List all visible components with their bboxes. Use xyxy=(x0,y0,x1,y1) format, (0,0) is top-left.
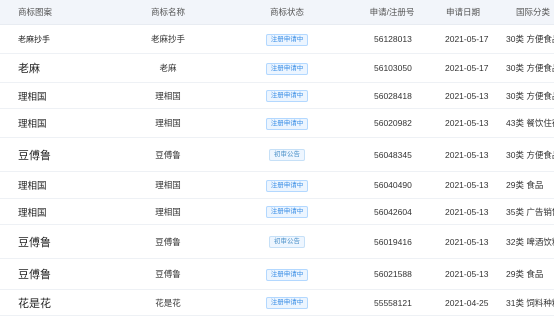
status-badge: 初审公告 xyxy=(269,149,305,161)
status-cell: 注册申请中 xyxy=(222,82,352,109)
status-badge: 注册申请中 xyxy=(265,62,309,75)
trademark-name[interactable]: 理相国 xyxy=(114,82,222,109)
trademark-logo-text: 理相国 xyxy=(0,108,114,138)
table-row[interactable]: 老麻抄手老麻抄手 注册申请中 561280132021-05-1730类 方便食品 xyxy=(0,24,554,54)
international-class: 32类 啤酒饮料 xyxy=(494,224,554,259)
status-badge: 注册申请中 xyxy=(265,206,309,218)
status-badge: 注册申请中 xyxy=(265,90,309,102)
table-row[interactable]: 理相国理相国 注册申请中 560426042021-05-1335类 广告销售 xyxy=(0,198,554,225)
status-cell: 注册申请中 xyxy=(222,108,352,138)
table-row[interactable]: 豆傅鲁豆傅鲁 初审公告 560194162021-05-1332类 啤酒饮料 xyxy=(0,224,554,259)
trademark-name[interactable]: 理相国 xyxy=(114,171,222,199)
registration-number: 56128013 xyxy=(352,24,432,54)
header-logo: 商标图案 xyxy=(0,0,114,25)
status-cell: 注册申请中 xyxy=(222,258,352,290)
trademark-name[interactable]: 理相国 xyxy=(114,108,222,138)
trademark-name[interactable]: 老麻 xyxy=(114,53,222,83)
registration-number: 56042604 xyxy=(352,198,432,225)
application-date: 2021-05-13 xyxy=(432,137,494,172)
trademark-logo-text: 老麻抄手 xyxy=(0,24,114,54)
trademark-name[interactable]: 豆傅鲁 xyxy=(114,137,222,172)
registration-number: 56019416 xyxy=(352,224,432,259)
table-header-row: 商标图案 商标名称 商标状态 申请/注册号 申请日期 国际分类 xyxy=(0,0,554,25)
header-date: 申请日期 xyxy=(432,0,494,25)
table-row[interactable]: 理相国 理相国 注册申请中 56040490 2021-05-13 29类 食品 xyxy=(0,171,554,199)
status-badge: 注册申请中 xyxy=(265,268,309,281)
registration-number: 56021588 xyxy=(352,258,432,290)
application-date: 2021-05-13 xyxy=(432,108,494,138)
application-date: 2021-04-25 xyxy=(432,289,494,316)
status-badge: 注册申请中 xyxy=(265,117,309,130)
trademark-name[interactable]: 理相国 xyxy=(114,198,222,225)
registration-number: 55558121 xyxy=(352,289,432,316)
table-row[interactable]: 豆傅鲁 豆傅鲁 注册申请中 56021588 2021-05-13 29类 食品 xyxy=(0,258,554,290)
application-date: 2021-05-17 xyxy=(432,24,494,54)
application-date: 2021-05-13 xyxy=(432,171,494,199)
trademark-name[interactable]: 豆傅鲁 xyxy=(114,224,222,259)
application-date: 2021-05-13 xyxy=(432,258,494,290)
status-cell: 注册申请中 xyxy=(222,289,352,316)
header-regno: 申请/注册号 xyxy=(352,0,432,25)
status-badge: 初审公告 xyxy=(269,236,305,248)
trademark-name[interactable]: 老麻抄手 xyxy=(114,24,222,54)
international-class: 43类 餐饮住宿 xyxy=(494,108,554,138)
trademark-logo-text: 花是花 xyxy=(0,289,114,316)
registration-number: 56103050 xyxy=(352,53,432,83)
international-class: 29类 食品 xyxy=(494,258,554,290)
table-row[interactable]: 豆傅鲁豆傅鲁 初审公告 560483452021-05-1330类 方便食品 xyxy=(0,137,554,172)
registration-number: 56020982 xyxy=(352,108,432,138)
international-class: 35类 广告销售 xyxy=(494,198,554,225)
trademark-logo-text: 理相国 xyxy=(0,82,114,109)
international-class: 30类 方便食品 xyxy=(494,24,554,54)
international-class: 30类 方便食品 xyxy=(494,137,554,172)
international-class: 30类 方便食品 xyxy=(494,53,554,83)
status-cell: 初审公告 xyxy=(222,137,352,172)
application-date: 2021-05-13 xyxy=(432,198,494,225)
header-status: 商标状态 xyxy=(222,0,352,25)
trademark-logo-text: 豆傅鲁 xyxy=(0,224,114,259)
table-row[interactable]: 老麻老麻 注册申请中 561030502021-05-1730类 方便食品 xyxy=(0,53,554,83)
trademark-logo-text: 豆傅鲁 xyxy=(0,258,114,290)
trademark-table: 商标图案 商标名称 商标状态 申请/注册号 申请日期 国际分类 老麻抄手 老麻抄手… xyxy=(0,0,554,316)
table-row[interactable]: 花是花花是花 注册申请中 555581212021-04-2531类 饲料种籽 xyxy=(0,289,554,316)
table-row[interactable]: 理相国理相国 注册申请中 560284182021-05-1330类 方便食品 xyxy=(0,82,554,109)
header-name: 商标名称 xyxy=(114,0,222,25)
application-date: 2021-05-17 xyxy=(432,53,494,83)
international-class: 31类 饲料种籽 xyxy=(494,289,554,316)
international-class: 29类 食品 xyxy=(494,171,554,199)
trademark-logo-text: 豆傅鲁 xyxy=(0,137,114,172)
application-date: 2021-05-13 xyxy=(432,82,494,109)
status-cell: 初审公告 xyxy=(222,224,352,259)
status-badge: 注册申请中 xyxy=(265,33,309,46)
status-cell: 注册申请中 xyxy=(222,198,352,225)
trademark-name[interactable]: 豆傅鲁 xyxy=(114,258,222,290)
registration-number: 56028418 xyxy=(352,82,432,109)
trademark-logo-text: 理相国 xyxy=(0,198,114,225)
trademark-name[interactable]: 花是花 xyxy=(114,289,222,316)
international-class: 30类 方便食品 xyxy=(494,82,554,109)
table-row[interactable]: 理相国理相国 注册申请中 560209822021-05-1343类 餐饮住宿 xyxy=(0,108,554,138)
status-badge: 注册申请中 xyxy=(265,179,309,192)
trademark-logo-text: 理相国 xyxy=(0,171,114,199)
status-cell: 注册申请中 xyxy=(222,24,352,54)
registration-number: 56040490 xyxy=(352,171,432,199)
registration-number: 56048345 xyxy=(352,137,432,172)
application-date: 2021-05-13 xyxy=(432,224,494,259)
status-cell: 注册申请中 xyxy=(222,53,352,83)
status-cell: 注册申请中 xyxy=(222,171,352,199)
status-badge: 注册申请中 xyxy=(265,297,309,309)
trademark-logo-text: 老麻 xyxy=(0,53,114,83)
header-class: 国际分类 xyxy=(494,0,554,25)
